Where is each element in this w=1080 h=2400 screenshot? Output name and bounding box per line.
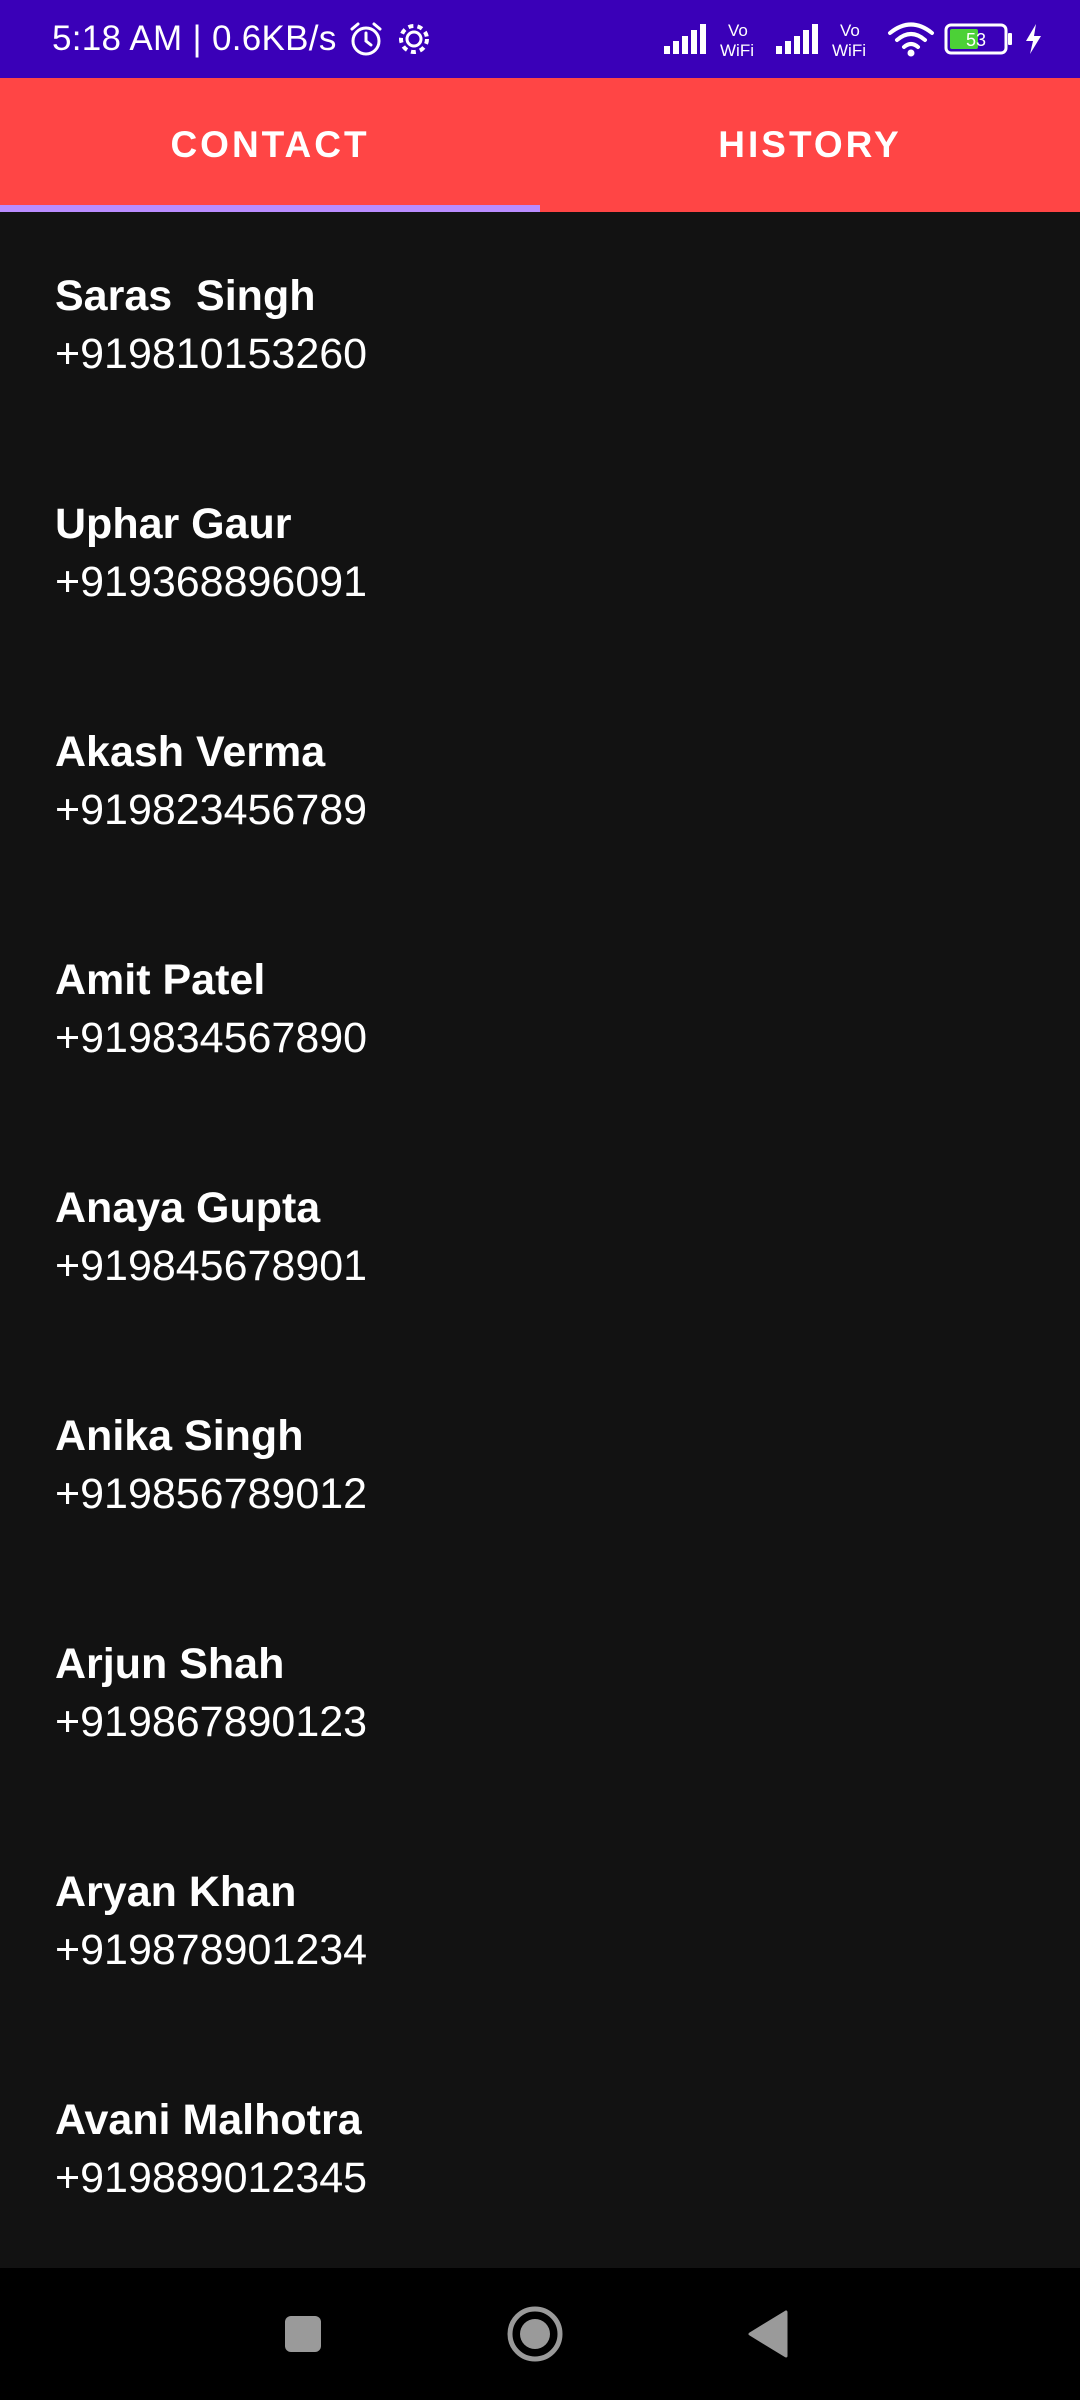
contact-phone: +919368896091 [55,558,368,606]
contact-item[interactable]: Saras Singh +919810153260 [0,212,1080,440]
vowifi-icon: Vo WiFi [832,19,878,59]
contact-name: Amit Patel [55,956,266,1004]
contact-item[interactable]: Avani Malhotra +919889012345 [0,2036,1080,2264]
contact-phone: +919834567890 [55,1014,368,1062]
status-left: 5:18 AM | 0.6KB/s [52,0,433,78]
vowifi-top-label: Vo [840,21,860,40]
contact-name: Akash Verma [55,728,326,776]
vowifi-top-label: Vo [728,21,748,40]
settings-icon [395,20,433,58]
contact-phone: +919867890123 [55,1698,368,1746]
charging-icon [1022,22,1044,56]
contact-name: Avani Malhotra [55,2096,362,2144]
tab-history[interactable]: HISTORY [540,78,1080,212]
contact-item[interactable]: Arjun Shah +919867890123 [0,1580,1080,1808]
contact-item[interactable]: Anika Singh +919856789012 [0,1352,1080,1580]
app-screen: 5:18 AM | 0.6KB/s Vo WiFi Vo WiFi 53 CON… [0,0,1080,2400]
recents-icon[interactable] [263,2294,343,2374]
signal-icon [662,22,712,56]
contact-name: Anaya Gupta [55,1184,321,1232]
contact-phone: +919845678901 [55,1242,368,1290]
contact-phone: +919823456789 [55,786,368,834]
contact-item[interactable]: Uphar Gaur +919368896091 [0,440,1080,668]
vowifi-icon: Vo WiFi [720,19,766,59]
contact-item[interactable]: Anaya Gupta +919845678901 [0,1124,1080,1352]
contact-item[interactable]: Akash Verma +919823456789 [0,668,1080,896]
tab-contact[interactable]: CONTACT [0,78,540,212]
contact-phone: +919810153260 [55,330,368,378]
back-icon[interactable] [728,2294,808,2374]
contact-name: Aryan Khan [55,1868,297,1916]
battery-level: 53 [966,30,986,50]
contact-phone: +919878901234 [55,1926,368,1974]
tab-history-label: HISTORY [718,124,902,165]
contact-name: Saras Singh [55,272,316,320]
contact-name: Arjun Shah [55,1640,285,1688]
vowifi-bottom-label: WiFi [832,41,866,59]
home-icon[interactable] [495,2294,575,2374]
status-bar: 5:18 AM | 0.6KB/s Vo WiFi Vo WiFi 53 [0,0,1080,78]
contact-name: Anika Singh [55,1412,304,1460]
battery-icon: 53 [944,22,1014,56]
status-time-speed: 5:18 AM | 0.6KB/s [52,19,337,58]
tab-contact-label: CONTACT [170,124,370,165]
navigation-bar [0,2268,1080,2400]
contact-name: Uphar Gaur [55,500,292,548]
tab-bar: CONTACT HISTORY [0,78,1080,212]
contact-phone: +919889012345 [55,2154,368,2202]
signal-icon [774,22,824,56]
contact-phone: +919856789012 [55,1470,368,1518]
contact-list[interactable]: Saras Singh +919810153260 Uphar Gaur +91… [0,212,1080,2268]
contact-item[interactable]: Amit Patel +919834567890 [0,896,1080,1124]
vowifi-bottom-label: WiFi [720,41,754,59]
wifi-icon [886,20,936,58]
tab-active-indicator [0,205,540,212]
alarm-icon [347,20,385,58]
status-right: Vo WiFi Vo WiFi 53 [662,0,1044,78]
contact-item[interactable]: Aryan Khan +919878901234 [0,1808,1080,2036]
